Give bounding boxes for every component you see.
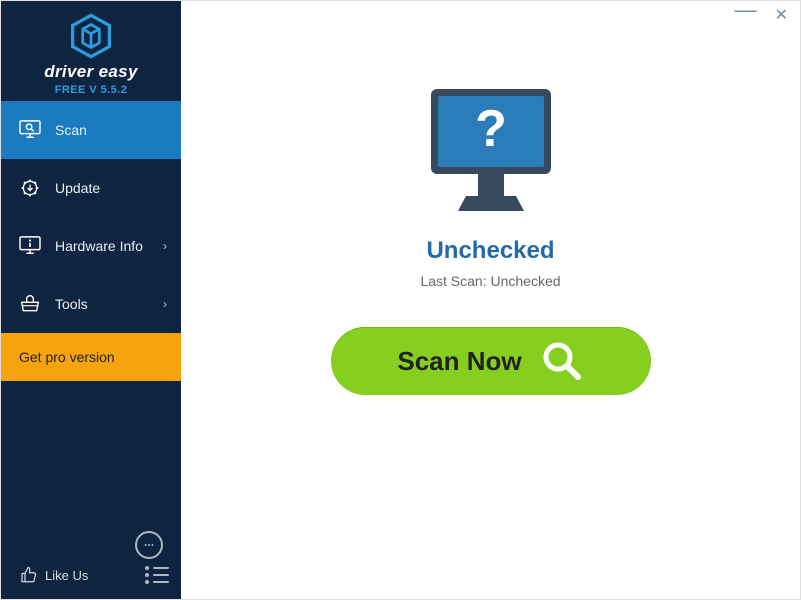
scan-button-label: Scan Now xyxy=(397,346,521,377)
chevron-right-icon: › xyxy=(163,239,167,253)
sidebar-nav: Scan xyxy=(1,101,181,531)
gear-arrow-icon xyxy=(19,177,41,199)
sidebar-item-label: Update xyxy=(55,180,100,196)
close-button[interactable]: ✕ xyxy=(775,8,788,24)
menu-icon[interactable] xyxy=(145,563,169,587)
toolbox-icon xyxy=(19,293,41,315)
thumbs-up-icon xyxy=(19,566,37,584)
like-us-button[interactable]: Like Us xyxy=(13,566,88,584)
status-subtitle: Last Scan: Unchecked xyxy=(420,273,560,289)
main-content: ? Unchecked Last Scan: Unchecked Scan No… xyxy=(181,1,800,599)
sidebar-item-update[interactable]: Update xyxy=(1,159,181,217)
chevron-right-icon: › xyxy=(163,297,167,311)
sidebar-item-scan[interactable]: Scan xyxy=(1,101,181,159)
app-logo-icon xyxy=(67,12,115,60)
sidebar-item-label: Hardware Info xyxy=(55,238,143,254)
brand-name: driver easy xyxy=(44,62,138,82)
feedback-icon[interactable] xyxy=(135,531,163,559)
titlebar-controls: — ✕ xyxy=(723,1,800,31)
brand-subtitle: FREE V 5.5.2 xyxy=(55,84,128,96)
app-window: — ✕ driver easy FREE V 5.5.2 xyxy=(0,0,801,600)
monitor-question-icon: ? xyxy=(416,81,566,221)
like-us-label: Like Us xyxy=(45,568,88,583)
logo-area: driver easy FREE V 5.5.2 xyxy=(1,1,181,101)
sidebar-item-tools[interactable]: Tools › xyxy=(1,275,181,333)
svg-text:?: ? xyxy=(475,100,507,158)
sidebar-item-get-pro[interactable]: Get pro version xyxy=(1,333,181,381)
monitor-info-icon xyxy=(19,235,41,257)
sidebar: driver easy FREE V 5.5.2 Scan xyxy=(1,1,181,599)
search-icon xyxy=(540,339,584,383)
sidebar-item-label: Scan xyxy=(55,122,87,138)
sidebar-item-label: Tools xyxy=(55,296,88,312)
monitor-search-icon xyxy=(19,119,41,141)
sidebar-bottom: Like Us xyxy=(1,531,181,599)
sidebar-item-hardware-info[interactable]: Hardware Info › xyxy=(1,217,181,275)
scan-now-button[interactable]: Scan Now xyxy=(331,327,651,395)
status-title: Unchecked xyxy=(426,237,554,265)
cta-label: Get pro version xyxy=(19,349,115,365)
minimize-button[interactable]: — xyxy=(735,0,757,21)
